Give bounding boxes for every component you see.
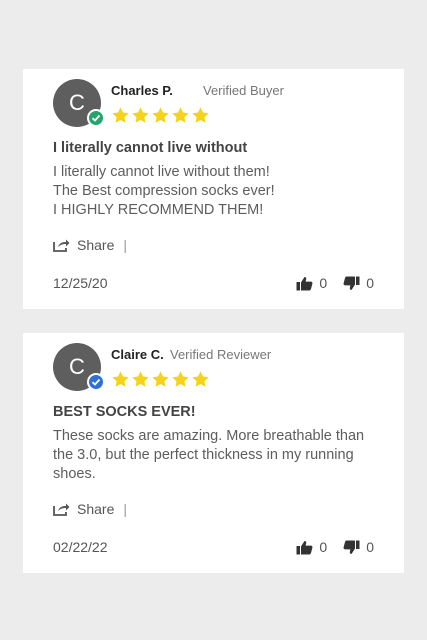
review-body-line: I HIGHLY RECOMMEND THEM! bbox=[53, 202, 264, 218]
star-icon bbox=[192, 371, 209, 387]
star-icon bbox=[172, 371, 189, 387]
thumbs-up-button[interactable]: 0 bbox=[296, 275, 327, 291]
review-title: I literally cannot live without bbox=[53, 140, 248, 156]
reviewer-role: Verified Buyer bbox=[203, 83, 284, 98]
star-icon bbox=[132, 371, 149, 387]
review-body: These socks are amazing. More breathable… bbox=[53, 427, 383, 484]
share-icon bbox=[53, 503, 70, 516]
review-body-line: I literally cannot live without them! bbox=[53, 164, 270, 180]
thumbs-down-icon bbox=[343, 276, 360, 290]
thumbs-up-icon bbox=[296, 276, 313, 290]
star-icon bbox=[112, 371, 129, 387]
star-icon bbox=[132, 107, 149, 123]
share-separator: | bbox=[123, 237, 127, 253]
verified-check-icon bbox=[87, 109, 105, 127]
thumbs-up-button[interactable]: 0 bbox=[296, 539, 327, 555]
star-icon bbox=[192, 107, 209, 123]
share-button[interactable]: Share | bbox=[53, 237, 127, 253]
vote-group: 0 0 bbox=[296, 539, 374, 555]
star-rating bbox=[111, 106, 210, 125]
share-label: Share bbox=[77, 501, 115, 517]
star-icon bbox=[112, 107, 129, 123]
vote-group: 0 0 bbox=[296, 275, 374, 291]
star-icon bbox=[152, 107, 169, 123]
thumbs-down-icon bbox=[343, 540, 360, 554]
share-separator: | bbox=[123, 501, 127, 517]
thumbs-up-icon bbox=[296, 540, 313, 554]
star-icon bbox=[152, 371, 169, 387]
thumbs-down-button[interactable]: 0 bbox=[343, 275, 374, 291]
star-icon bbox=[172, 107, 189, 123]
review-date: 12/25/20 bbox=[53, 275, 108, 291]
review-body: I literally cannot live without them! Th… bbox=[53, 163, 383, 220]
review-body-line: The Best compression socks ever! bbox=[53, 183, 275, 199]
review-card: C Claire C. Verified Reviewer BEST SOCKS… bbox=[23, 333, 404, 573]
thumbs-up-count: 0 bbox=[319, 539, 328, 555]
share-label: Share bbox=[77, 237, 115, 253]
reviewer-name: Charles P. bbox=[111, 83, 173, 98]
thumbs-down-count: 0 bbox=[366, 539, 374, 555]
reviewer-name: Claire C. bbox=[111, 347, 164, 362]
thumbs-down-button[interactable]: 0 bbox=[343, 539, 374, 555]
review-card: C Charles P. Verified Buyer I literally … bbox=[23, 69, 404, 309]
thumbs-up-count: 0 bbox=[319, 275, 328, 291]
review-title: BEST SOCKS EVER! bbox=[53, 404, 196, 420]
reviewer-role: Verified Reviewer bbox=[170, 347, 272, 362]
thumbs-down-count: 0 bbox=[366, 275, 374, 291]
review-date: 02/22/22 bbox=[53, 539, 108, 555]
review-body-line: These socks are amazing. More breathable… bbox=[53, 428, 365, 482]
share-button[interactable]: Share | bbox=[53, 501, 127, 517]
share-icon bbox=[53, 239, 70, 252]
star-rating bbox=[111, 370, 210, 389]
verified-check-icon bbox=[87, 373, 105, 391]
